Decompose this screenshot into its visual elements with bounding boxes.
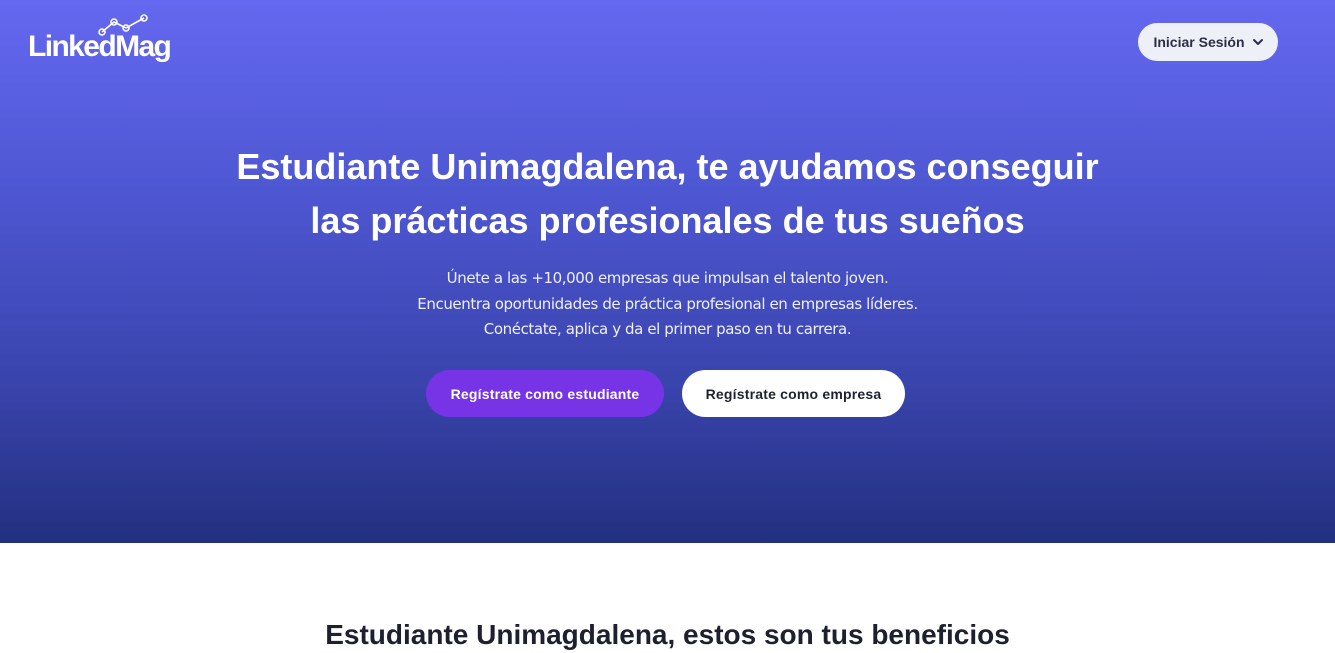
subtext-line-2: Encuentra oportunidades de práctica prof… — [417, 294, 918, 313]
subtext-line-3: Conéctate, aplica y da el primer paso en… — [483, 320, 852, 338]
register-student-button[interactable]: Regístrate como estudiante — [426, 370, 664, 417]
logo[interactable]: LinkedMag — [28, 14, 178, 66]
logo-text: LinkedMag — [28, 30, 172, 63]
hero-section: LinkedMag Iniciar Sesión Estudiante Unim… — [0, 0, 1335, 543]
benefits-title: Estudiante Unimagdalena, estos son tus b… — [325, 619, 1010, 650]
headline-line-1: Estudiante Unimagdalena, te ayudamos con… — [236, 146, 1099, 187]
headline-line-2: las prácticas profesionales de tus sueño… — [310, 200, 1025, 241]
login-dropdown-button[interactable]: Iniciar Sesión — [1138, 23, 1278, 61]
chevron-down-icon — [1252, 39, 1263, 45]
hero-subtext: Únete a las +10,000 empresas que impulsa… — [0, 266, 1335, 343]
login-label: Iniciar Sesión — [1153, 34, 1245, 50]
hero-headline: Estudiante Unimagdalena, te ayudamos con… — [0, 140, 1335, 248]
subtext-line-1: Únete a las +10,000 empresas que impulsa… — [446, 269, 889, 287]
register-company-button[interactable]: Regístrate como empresa — [682, 370, 905, 417]
